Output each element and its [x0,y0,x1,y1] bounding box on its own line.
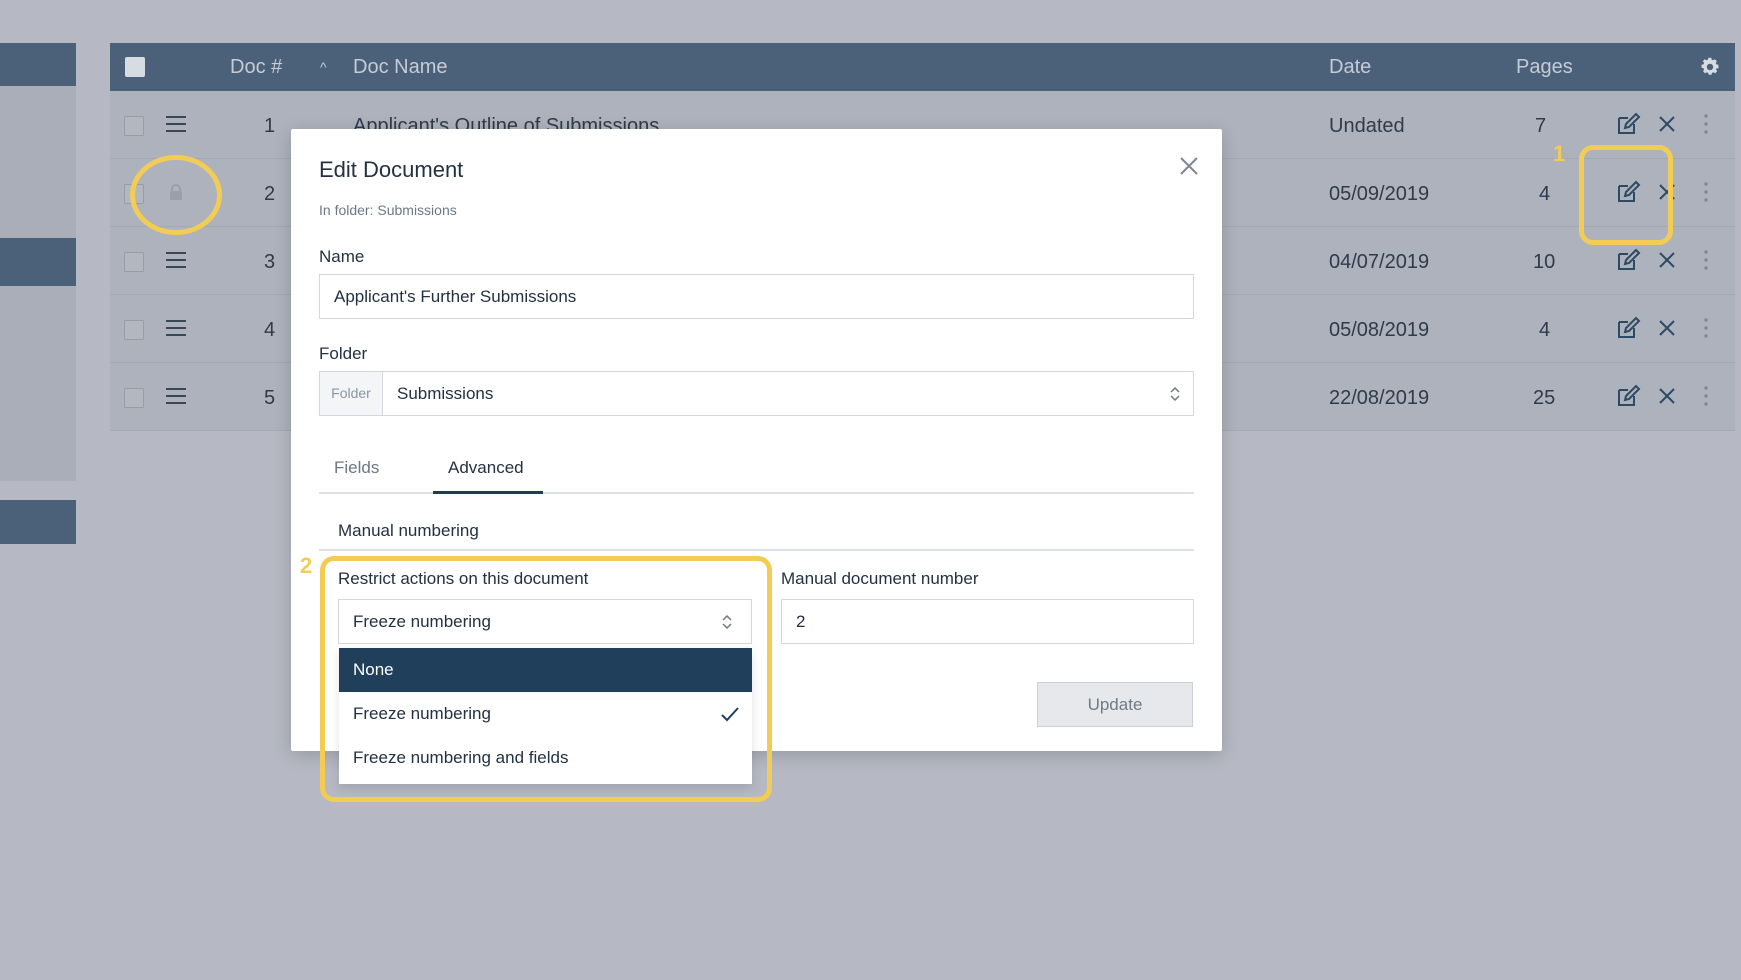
select-all-checkbox[interactable] [125,57,145,77]
row-date: 22/08/2019 [1329,387,1430,409]
more-vertical-icon[interactable] [1693,315,1719,341]
edit-icon[interactable] [1615,383,1641,409]
active-tab-indicator [433,491,543,494]
header-doc-name[interactable]: Doc Name [353,56,447,79]
folder-label: Folder [319,344,368,363]
row-doc-num: 4 [264,319,276,341]
edit-icon[interactable] [1615,111,1641,137]
marker-1: 1 [1553,141,1566,166]
sidebar-item-active[interactable] [0,238,76,286]
drag-handle-icon[interactable] [166,388,186,404]
row-pages: 7 [1535,115,1547,137]
update-button[interactable]: Update [1037,682,1193,727]
manual-number-label: Manual document number [781,569,979,588]
header-pages[interactable]: Pages [1516,56,1573,79]
row-doc-num: 1 [264,115,276,137]
row-pages: 10 [1533,251,1556,273]
folder-select[interactable]: Folder Submissions [319,371,1194,416]
close-icon[interactable] [1654,111,1680,137]
row-date: 05/08/2019 [1329,319,1430,341]
row-checkbox[interactable] [124,116,144,136]
highlight-edit-box [1579,145,1673,245]
row-checkbox[interactable] [124,320,144,340]
row-date: Undated [1329,115,1405,137]
highlight-lock-circle [130,155,222,235]
section-manual-numbering: Manual numbering [319,509,1194,551]
more-vertical-icon[interactable] [1693,383,1719,409]
row-pages: 4 [1539,319,1551,341]
folder-prefix: Folder [320,372,383,415]
close-icon[interactable] [1178,155,1200,177]
name-input[interactable]: Applicant's Further Submissions [319,274,1194,319]
row-pages: 25 [1533,387,1556,409]
row-doc-num: 5 [264,387,276,409]
modal-title: Edit Document [319,157,464,182]
more-vertical-icon[interactable] [1693,179,1719,205]
name-input-value: Applicant's Further Submissions [334,287,577,306]
row-checkbox[interactable] [124,252,144,272]
sidebar-block [0,286,76,481]
tab-fields[interactable]: Fields [334,458,379,478]
header-date[interactable]: Date [1329,56,1371,79]
row-date: 05/09/2019 [1329,183,1430,205]
close-icon[interactable] [1654,315,1680,341]
row-pages: 4 [1539,183,1551,205]
row-doc-num: 3 [264,251,276,273]
sidebar-block-top [0,43,76,86]
more-vertical-icon[interactable] [1693,111,1719,137]
close-icon[interactable] [1654,247,1680,273]
name-label: Name [319,247,365,266]
manual-number-input[interactable]: 2 [781,599,1194,644]
drag-handle-icon[interactable] [166,116,186,132]
more-vertical-icon[interactable] [1693,247,1719,273]
folder-select-value: Submissions [397,384,494,403]
row-doc-num: 2 [264,183,276,205]
tab-advanced[interactable]: Advanced [448,458,524,478]
manual-number-value: 2 [796,612,806,631]
edit-icon[interactable] [1615,247,1641,273]
edit-icon[interactable] [1615,315,1641,341]
drag-handle-icon[interactable] [166,252,186,268]
modal-subtitle: In folder: Submissions [319,202,457,218]
header-doc-num[interactable]: Doc # [230,56,282,79]
sidebar-item[interactable] [0,500,76,544]
close-icon[interactable] [1654,383,1680,409]
table-header: Doc # ^ Doc Name Date Pages [110,43,1735,91]
row-checkbox[interactable] [124,388,144,408]
sort-asc-icon[interactable]: ^ [320,59,327,75]
section-title: Manual numbering [338,521,479,540]
gear-icon[interactable] [1699,56,1721,78]
marker-2: 2 [300,553,313,578]
row-date: 04/07/2019 [1329,251,1430,273]
drag-handle-icon[interactable] [166,320,186,336]
chevron-updown-icon [1170,386,1180,402]
highlight-restrict-box [320,556,772,802]
tabs: Fields Advanced [319,449,1194,494]
sidebar-block [0,86,76,238]
